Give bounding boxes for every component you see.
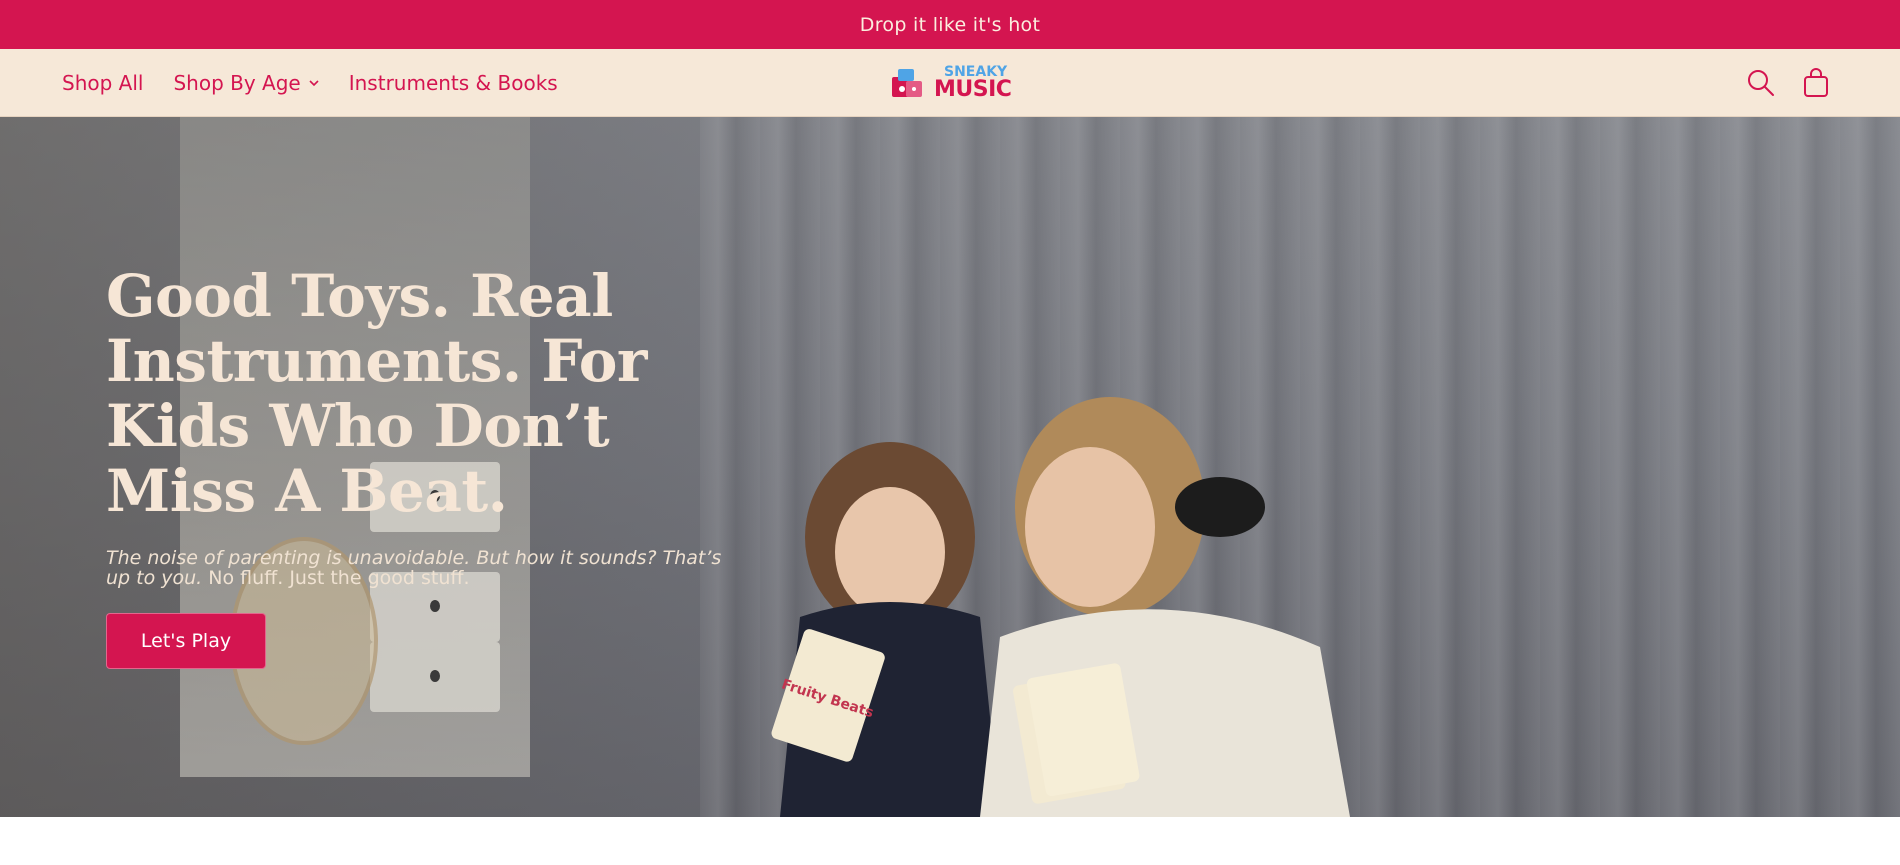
chevron-down-icon [309, 80, 319, 87]
hero-banner: Fruity Beats Good Toys. Real Instruments… [0, 117, 1900, 817]
lets-play-button[interactable]: Let's Play [106, 613, 266, 669]
logo-wordmark: SNEAKY MUSIC [934, 65, 1012, 102]
nav-shop-by-age-label: Shop By Age [173, 71, 301, 95]
nav-shop-all-label: Shop All [62, 71, 144, 95]
logo[interactable]: SNEAKY MUSIC [888, 61, 1014, 105]
nav-shop-by-age[interactable]: Shop By Age [173, 71, 319, 95]
logo-cube-icon [892, 69, 922, 97]
announcement-bar: Drop it like it's hot [0, 0, 1900, 49]
nav-instruments-books[interactable]: Instruments & Books [349, 71, 558, 95]
hero-headline: Good Toys. Real Instruments. For Kids Wh… [106, 262, 648, 525]
cart-icon[interactable] [1799, 66, 1833, 100]
hero-subtext: The noise of parenting is unavoidable. B… [106, 548, 726, 588]
hero-drawer [370, 642, 500, 712]
search-icon[interactable] [1744, 66, 1778, 100]
logo-bottom-text: MUSIC [934, 77, 1012, 102]
lets-play-label: Let's Play [140, 630, 232, 652]
nav-shop-all[interactable]: Shop All [62, 71, 143, 95]
hero-mother-image [980, 397, 1350, 817]
site-header: Shop All Shop By Age Instruments & Books… [0, 49, 1900, 117]
main-nav: Shop All Shop By Age Instruments & Books [62, 49, 558, 117]
hero-subtext-plain: No fluff. Just the good stuff. [202, 567, 470, 589]
nav-instruments-books-label: Instruments & Books [348, 71, 558, 95]
announcement-text: Drop it like it's hot [859, 13, 1041, 36]
